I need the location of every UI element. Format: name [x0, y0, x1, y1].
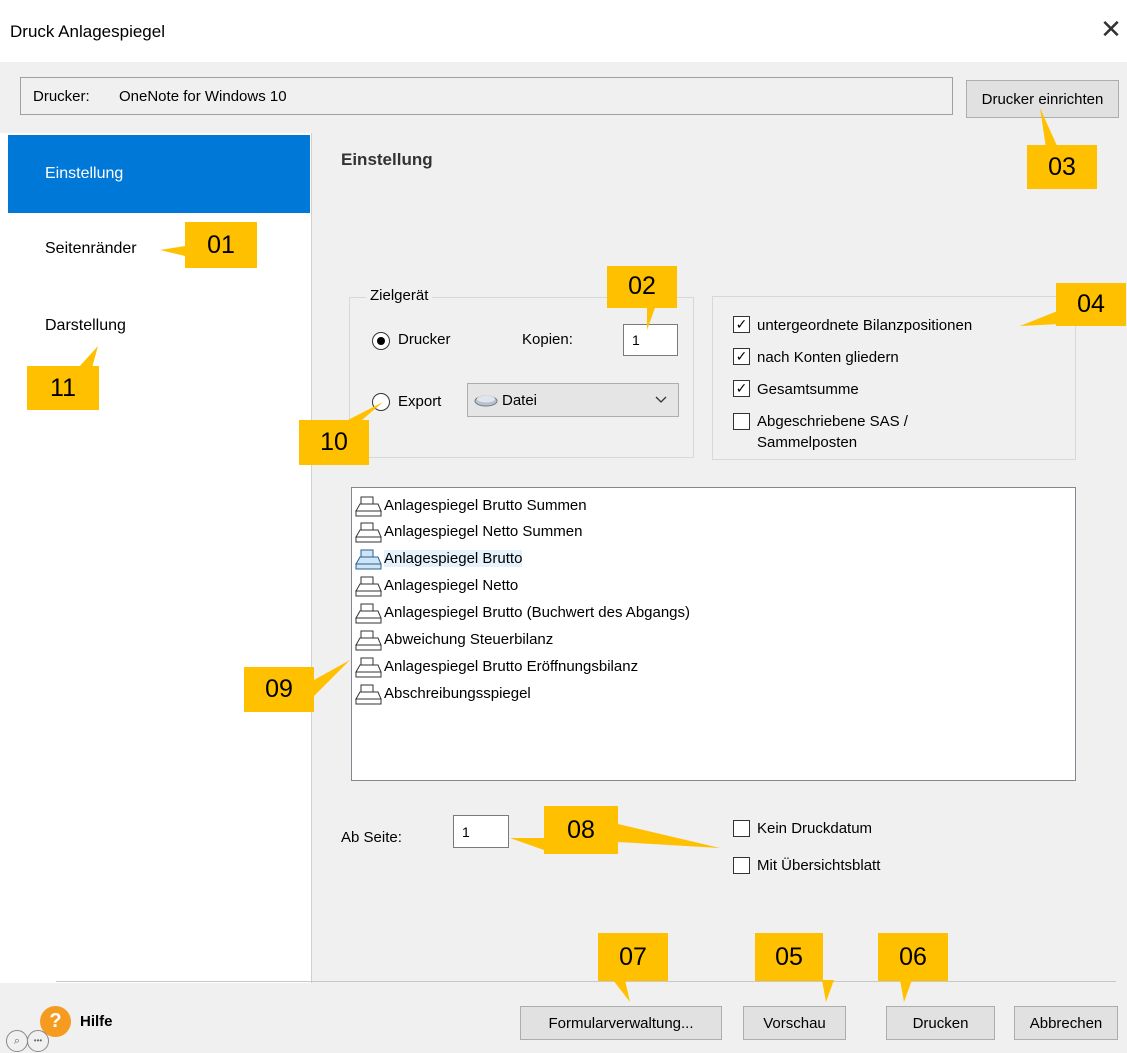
list-item[interactable]: Abweichung Steuerbilanz [354, 627, 553, 652]
callout-01: 01 [185, 222, 257, 268]
title-bar: Druck Anlagespiegel ✕ [0, 0, 1127, 62]
radio-export-label: Export [398, 393, 442, 410]
callout-10: 10 [299, 420, 369, 465]
sidebar-item-darstellung[interactable]: Darstellung [8, 287, 310, 365]
list-item-label: Anlagespiegel Brutto (Buchwert des Abgan… [384, 604, 691, 621]
printer-name: OneNote for Windows 10 [119, 88, 287, 105]
list-item[interactable]: Anlagespiegel Netto [354, 573, 518, 598]
zoom-icon[interactable]: ⌕ [6, 1030, 28, 1052]
list-item-label: Anlagespiegel Brutto [384, 550, 523, 567]
list-item-label: Anlagespiegel Netto Summen [384, 523, 583, 540]
radio-drucker[interactable] [372, 332, 390, 350]
list-item[interactable]: Abschreibungsspiegel [354, 681, 531, 706]
target-device-group [349, 297, 694, 458]
checkbox-kein-druckdatum-label: Kein Druckdatum [757, 820, 873, 837]
checkbox-gesamtsumme[interactable]: ✓ [733, 380, 750, 397]
list-item-label: Abweichung Steuerbilanz [384, 631, 554, 648]
checkbox-mit-uebersicht-label: Mit Übersichtsblatt [757, 857, 881, 874]
form-management-button[interactable]: Formularverwaltung... [520, 1006, 722, 1040]
list-item[interactable]: Anlagespiegel Netto Summen [354, 519, 582, 544]
list-item[interactable]: Anlagespiegel Brutto Eröffnungsbilanz [354, 654, 638, 679]
checkbox-konten[interactable]: ✓ [733, 348, 750, 365]
checkbox-untergeordnete-label: untergeordnete Bilanzpositionen [757, 317, 973, 334]
report-list[interactable]: Anlagespiegel Brutto Summen Anlagespiege… [351, 487, 1076, 781]
checkbox-gesamtsumme-label: Gesamtsumme [757, 381, 859, 398]
callout-02: 02 [607, 266, 677, 308]
printer-icon [354, 656, 382, 678]
target-device-legend: Zielgerät [366, 287, 433, 304]
export-target-value: Datei [502, 391, 538, 409]
checkbox-untergeordnete[interactable]: ✓ [733, 316, 750, 333]
printer-icon [354, 602, 382, 624]
kopien-input[interactable]: 1 [623, 324, 678, 356]
cancel-button[interactable]: Abbrechen [1014, 1006, 1118, 1040]
kopien-label: Kopien: [522, 331, 573, 348]
close-icon[interactable]: ✕ [1096, 14, 1126, 44]
printer-icon [354, 575, 382, 597]
list-item[interactable]: Anlagespiegel Brutto [354, 546, 523, 571]
callout-09: 09 [244, 667, 314, 712]
section-title: Einstellung [341, 150, 433, 169]
callout-08: 08 [544, 806, 618, 854]
checkbox-konten-label: nach Konten gliedern [757, 349, 899, 366]
checkbox-sas[interactable] [733, 413, 750, 430]
radio-drucker-label: Drucker [398, 331, 451, 348]
printer-icon [354, 548, 382, 570]
window-title: Druck Anlagespiegel [10, 22, 165, 41]
callout-05: 05 [755, 933, 823, 981]
callout-11: 11 [27, 366, 99, 410]
printer-icon [354, 629, 382, 651]
printer-icon [354, 521, 382, 543]
list-item[interactable]: Anlagespiegel Brutto Summen [354, 493, 587, 518]
callout-04: 04 [1056, 283, 1126, 326]
sidebar-item-einstellung[interactable]: Einstellung [8, 135, 310, 213]
printer-icon [354, 495, 382, 517]
preview-button[interactable]: Vorschau [743, 1006, 846, 1040]
printer-icon [354, 683, 382, 705]
printer-label: Drucker: [33, 88, 90, 105]
export-target-select[interactable]: Datei [467, 383, 679, 417]
chevron-down-icon [654, 392, 668, 406]
footer-divider [56, 981, 1116, 982]
printer-setup-button[interactable]: Drucker einrichten [966, 80, 1119, 118]
list-item-label: Anlagespiegel Brutto Summen [384, 497, 587, 514]
disk-icon [474, 393, 498, 407]
checkbox-sas-label: Abgeschriebene SAS / [757, 413, 908, 430]
list-item-label: Anlagespiegel Netto [384, 577, 519, 594]
checkbox-sas-label-2: Sammelposten [757, 434, 858, 451]
callout-07: 07 [598, 933, 668, 981]
sidebar-item-seitenraender[interactable]: Seitenränder [8, 210, 310, 288]
checkbox-mit-uebersicht[interactable] [733, 857, 750, 874]
ab-seite-input[interactable]: 1 [453, 815, 509, 848]
printer-field: Drucker: OneNote for Windows 10 [20, 77, 953, 115]
list-item-label: Anlagespiegel Brutto Eröffnungsbilanz [384, 658, 639, 675]
print-button[interactable]: Drucken [886, 1006, 995, 1040]
list-item-label: Abschreibungsspiegel [384, 685, 531, 702]
more-icon[interactable]: ••• [27, 1030, 49, 1052]
callout-06: 06 [878, 933, 948, 981]
ab-seite-label: Ab Seite: [341, 829, 402, 846]
checkbox-kein-druckdatum[interactable] [733, 820, 750, 837]
sidebar: Einstellung Seitenränder Darstellung [0, 133, 312, 983]
callout-03: 03 [1027, 145, 1097, 189]
list-item[interactable]: Anlagespiegel Brutto (Buchwert des Abgan… [354, 600, 690, 625]
radio-export[interactable] [372, 393, 390, 411]
help-label[interactable]: Hilfe [80, 1013, 113, 1030]
